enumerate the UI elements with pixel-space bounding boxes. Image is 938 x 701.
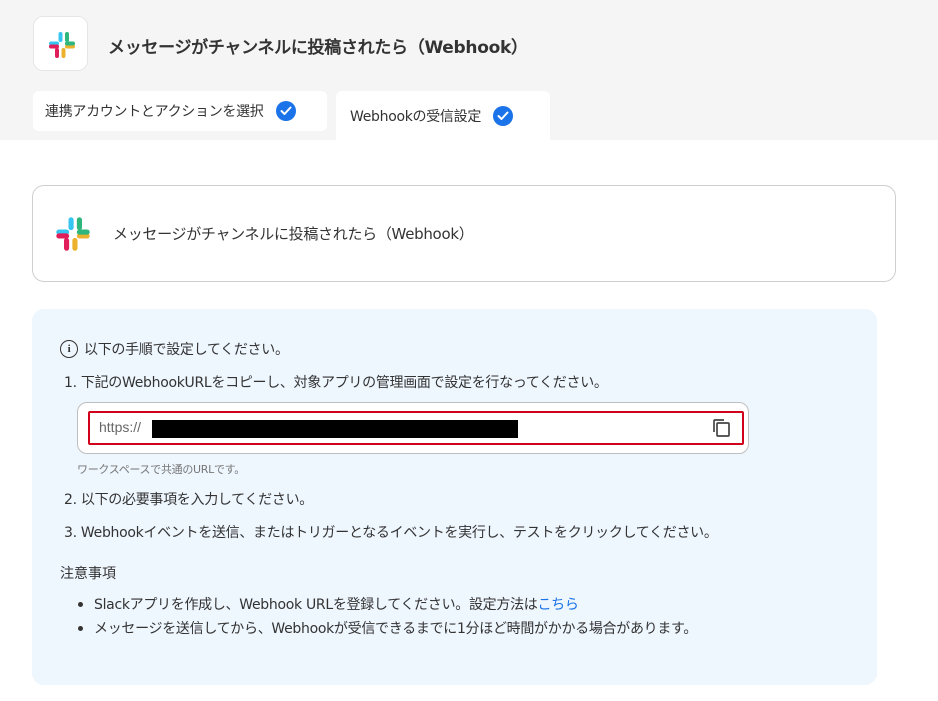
notes-list: Slackアプリを作成し、Webhook URLを登録してください。設定方法はこ… — [78, 594, 697, 642]
tab-label: 連携アカウントとアクションを選択 — [45, 104, 264, 120]
trigger-label: メッセージがチャンネルに投稿されたら（Webhook） — [113, 225, 474, 243]
step-2: 2. 以下の必要事項を入力してください。 — [64, 492, 313, 508]
redacted-url — [152, 420, 518, 438]
step-3: 3. Webhookイベントを送信、またはトリガーとなるイベントを実行し、テスト… — [64, 525, 718, 541]
webhook-url-highlight: https:// — [88, 411, 744, 445]
setup-guide-link[interactable]: こちら — [537, 597, 578, 613]
tab-webhook-settings[interactable]: Webhookの受信設定 — [336, 91, 550, 140]
check-icon — [493, 105, 514, 126]
note-text: Slackアプリを作成し、Webhook URLを登録してください。設定方法は — [94, 597, 538, 613]
header: メッセージがチャンネルに投稿されたら（Webhook） 連携アカウントとアクショ… — [0, 0, 938, 140]
tab-account-action[interactable]: 連携アカウントとアクションを選択 — [33, 91, 327, 131]
url-note: ワークスペースで共通のURLです。 — [77, 463, 245, 476]
tab-label: Webhookの受信設定 — [350, 108, 482, 125]
notes-title: 注意事項 — [60, 566, 116, 582]
trigger-card: メッセージがチャンネルに投稿されたら（Webhook） — [32, 185, 896, 282]
list-item: Slackアプリを作成し、Webhook URLを登録してください。設定方法はこ… — [78, 594, 697, 618]
step-1: 1. 下記のWebhookURLをコピーし、対象アプリの管理画面で設定を行なって… — [64, 375, 608, 391]
app-icon-box — [33, 16, 88, 71]
instructions-panel: i 以下の手順で設定してください。 1. 下記のWebhookURLをコピーし、… — [32, 309, 877, 685]
check-icon — [275, 101, 296, 121]
copy-icon[interactable] — [710, 417, 732, 443]
list-item: メッセージを送信してから、Webhookが受信できるまでに1分ほど時間がかかる場… — [78, 618, 697, 642]
intro-text: 以下の手順で設定してください。 — [84, 342, 289, 358]
slack-icon — [49, 32, 75, 58]
webhook-url-text[interactable]: https:// — [99, 419, 141, 435]
slack-icon — [56, 217, 90, 251]
webhook-url-field: https:// — [77, 402, 749, 454]
intro-line: i 以下の手順で設定してください。 — [60, 339, 289, 359]
info-icon: i — [60, 340, 78, 358]
page-title: メッセージがチャンネルに投稿されたら（Webhook） — [108, 38, 528, 58]
